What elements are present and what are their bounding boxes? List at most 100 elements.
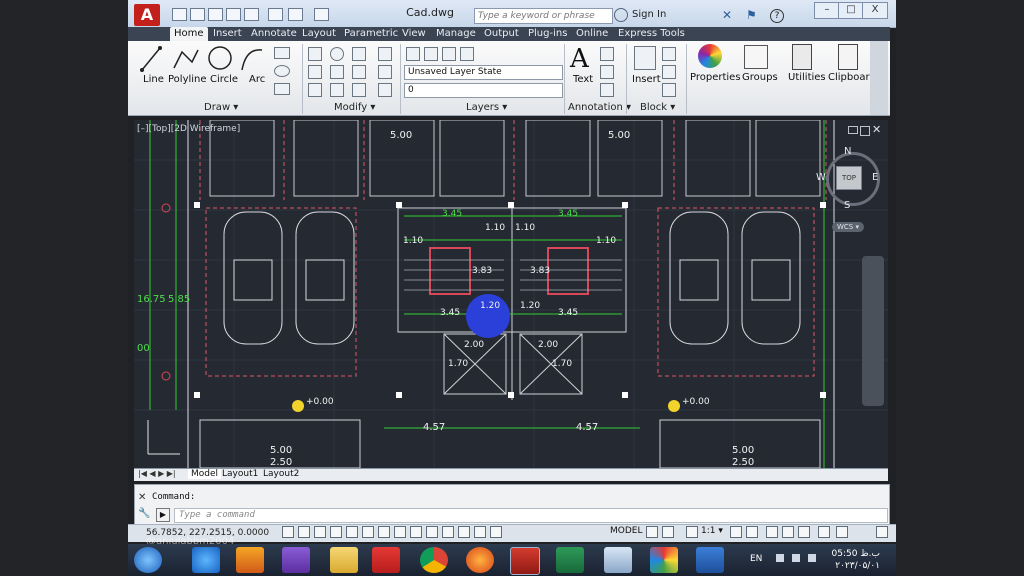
polyline-button[interactable]: Polyline <box>168 74 207 85</box>
lineweight-icon[interactable] <box>442 526 454 538</box>
copy-icon[interactable] <box>308 65 322 79</box>
infer-constraints-icon[interactable] <box>282 526 294 538</box>
tab-output[interactable]: Output <box>480 27 523 41</box>
navigation-bar[interactable] <box>862 256 884 406</box>
media-player-icon[interactable] <box>236 547 264 573</box>
block-attributes-icon[interactable] <box>662 83 676 97</box>
viewport-minimize-icon[interactable] <box>848 126 858 134</box>
tab-parametric[interactable]: Parametric <box>340 27 402 41</box>
exchange-icon[interactable]: ✕ <box>722 9 734 21</box>
plot-icon[interactable] <box>244 8 259 21</box>
transparency-icon[interactable] <box>458 526 470 538</box>
tab-online[interactable]: Online <box>572 27 612 41</box>
layer-state-select[interactable]: Unsaved Layer State <box>404 65 563 80</box>
quick-view-layouts-icon[interactable] <box>646 526 658 538</box>
ellipse-icon[interactable] <box>274 65 290 77</box>
stay-connected-icon[interactable]: ⚑ <box>746 9 758 21</box>
recent-commands-icon[interactable]: ▶ <box>156 508 170 522</box>
stretch-icon[interactable] <box>308 83 322 97</box>
tab-layout1[interactable]: Layout1 <box>222 469 258 479</box>
ucs-icon[interactable] <box>410 526 422 538</box>
quick-properties-icon[interactable] <box>474 526 486 538</box>
command-close-icon[interactable]: ✕ <box>138 492 146 503</box>
minimize-button[interactable]: – <box>814 2 840 19</box>
ortho-mode-icon[interactable] <box>330 526 342 538</box>
table-icon[interactable] <box>600 83 614 97</box>
tab-layout[interactable]: Layout <box>298 27 340 41</box>
chrome-icon[interactable] <box>420 547 448 573</box>
layers-panel-label[interactable]: Layers ▾ <box>466 102 507 113</box>
tab-plug-ins[interactable]: Plug-ins <box>524 27 571 41</box>
undo-icon[interactable] <box>288 8 303 21</box>
clipboard-button[interactable]: Clipboard <box>828 72 876 83</box>
properties-icon[interactable] <box>698 44 722 68</box>
grid-display-icon[interactable] <box>314 526 326 538</box>
leader-icon[interactable] <box>600 65 614 79</box>
dynamic-input-icon[interactable] <box>426 526 438 538</box>
clock-date[interactable]: ۲۰۲۳/۰۵/۰۱ <box>826 561 880 571</box>
create-block-icon[interactable] <box>662 47 676 61</box>
isolate-objects-icon[interactable] <box>818 526 830 538</box>
file-explorer-icon[interactable] <box>330 547 358 573</box>
modify-panel-label[interactable]: Modify ▾ <box>334 102 375 113</box>
autocad-taskbar-icon[interactable] <box>510 547 540 575</box>
scale-icon[interactable] <box>330 83 344 97</box>
compass-south-label[interactable]: S <box>844 200 850 211</box>
internet-explorer-icon[interactable] <box>192 547 220 573</box>
open-file-icon[interactable] <box>190 8 205 21</box>
layer-isolate-icon[interactable] <box>424 47 438 61</box>
utilities-button[interactable]: Utilities <box>788 72 826 83</box>
block-panel-label[interactable]: Block ▾ <box>640 102 675 113</box>
tab-insert[interactable]: Insert <box>209 27 246 41</box>
3d-object-snap-icon[interactable] <box>378 526 390 538</box>
move-icon[interactable] <box>308 47 322 61</box>
firefox-icon[interactable] <box>466 547 494 573</box>
erase-icon[interactable] <box>378 47 392 61</box>
excel-icon[interactable] <box>556 547 584 573</box>
text-button[interactable]: Text <box>573 74 593 85</box>
offset-icon[interactable] <box>378 83 392 97</box>
fillet-icon[interactable] <box>352 65 366 79</box>
annotation-visibility-icon[interactable] <box>730 526 742 538</box>
properties-button[interactable]: Properties <box>690 72 741 83</box>
annotation-scale-select[interactable]: 1:1 ▾ <box>701 526 723 536</box>
insert-button[interactable]: Insert <box>632 74 661 85</box>
mirror-icon[interactable] <box>330 65 344 79</box>
current-layer-select[interactable]: 0 <box>404 83 563 98</box>
viewcube-top-face[interactable]: TOP <box>836 166 862 190</box>
draw-tools-icons[interactable] <box>138 44 266 74</box>
tab-nav-first-icon[interactable]: |◀ ◀ ▶ ▶| <box>138 469 176 478</box>
circle-button[interactable]: Circle <box>210 74 238 85</box>
command-input[interactable]: Type a command <box>174 508 888 523</box>
save-icon[interactable] <box>208 8 223 21</box>
wcs-menu[interactable]: WCS ▾ <box>832 222 864 232</box>
array-icon[interactable] <box>352 83 366 97</box>
tab-model[interactable]: Model <box>188 469 222 479</box>
groups-button[interactable]: Groups <box>742 72 778 83</box>
tab-view[interactable]: View <box>398 27 430 41</box>
calculator-app-icon[interactable] <box>604 547 632 573</box>
tab-layout2[interactable]: Layout2 <box>263 469 299 479</box>
edit-block-icon[interactable] <box>662 65 676 79</box>
hardware-acceleration-icon[interactable] <box>798 526 810 538</box>
viewport-close-icon[interactable]: ✕ <box>872 123 881 136</box>
lock-ui-icon[interactable] <box>782 526 794 538</box>
tab-annotate[interactable]: Annotate <box>247 27 301 41</box>
snap-mode-icon[interactable] <box>298 526 310 538</box>
sign-in-button[interactable]: Sign In <box>632 9 666 20</box>
insert-block-icon[interactable] <box>634 46 656 70</box>
paint-icon[interactable] <box>650 547 678 573</box>
new-file-icon[interactable] <box>172 8 187 21</box>
viewport-controls-label[interactable]: [–][Top][2D Wireframe] <box>137 124 240 134</box>
layer-properties-icon[interactable] <box>406 47 420 61</box>
draw-panel-label[interactable]: Draw ▾ <box>204 102 238 113</box>
compass-east-label[interactable]: E <box>872 172 878 183</box>
tab-home[interactable]: Home <box>170 27 208 41</box>
object-snap-tracking-icon[interactable] <box>394 526 406 538</box>
save-as-icon[interactable] <box>226 8 241 21</box>
tab-express-tools[interactable]: Express Tools <box>614 27 689 41</box>
polar-tracking-icon[interactable] <box>346 526 358 538</box>
search-input[interactable]: Type a keyword or phrase <box>474 8 613 24</box>
arc-button[interactable]: Arc <box>249 74 265 85</box>
tab-manage[interactable]: Manage <box>432 27 480 41</box>
